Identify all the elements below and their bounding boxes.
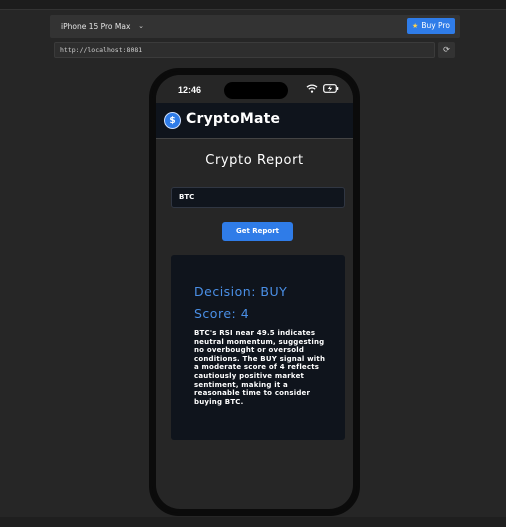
star-icon: ★ (412, 22, 419, 30)
phone-frame: 12:46 $ CryptoMate Crypto Report BTC Get… (149, 68, 360, 516)
bottom-strip (0, 517, 506, 527)
decision-text: Decision: BUY (194, 284, 288, 299)
reasoning-text: BTC's RSI near 49.5 indicates neutral mo… (194, 329, 326, 406)
status-bar: 12:46 (156, 75, 353, 103)
buy-pro-label: Buy Pro (421, 21, 450, 30)
buy-pro-button[interactable]: ★ Buy Pro (407, 18, 455, 34)
browser-toolbar: iPhone 15 Pro Max ⌄ ★ Buy Pro (50, 15, 460, 38)
report-card: Decision: BUY Score: 4 BTC's RSI near 49… (171, 255, 345, 440)
score-text: Score: 4 (194, 306, 250, 321)
chevron-down-icon: ⌄ (138, 22, 144, 30)
battery-charging-icon (323, 84, 339, 93)
status-icons (306, 84, 339, 93)
page-title: Crypto Report (205, 153, 304, 168)
app-name: CryptoMate (186, 111, 281, 127)
ticker-input[interactable]: BTC (171, 187, 345, 208)
phone-screen: 12:46 $ CryptoMate Crypto Report BTC Get… (156, 75, 353, 509)
dynamic-island (224, 82, 288, 99)
dollar-coin-icon: $ (164, 112, 181, 129)
top-strip (0, 0, 506, 10)
reload-icon[interactable]: ⟳ (438, 42, 455, 58)
status-time: 12:46 (178, 85, 202, 95)
wifi-icon (306, 84, 318, 93)
app-header: $ CryptoMate (156, 103, 353, 139)
get-report-button[interactable]: Get Report (222, 222, 293, 241)
url-input[interactable]: http://localhost:8081 (54, 42, 435, 58)
device-select[interactable]: iPhone 15 Pro Max ⌄ (56, 18, 148, 35)
device-select-label: iPhone 15 Pro Max (61, 22, 131, 31)
